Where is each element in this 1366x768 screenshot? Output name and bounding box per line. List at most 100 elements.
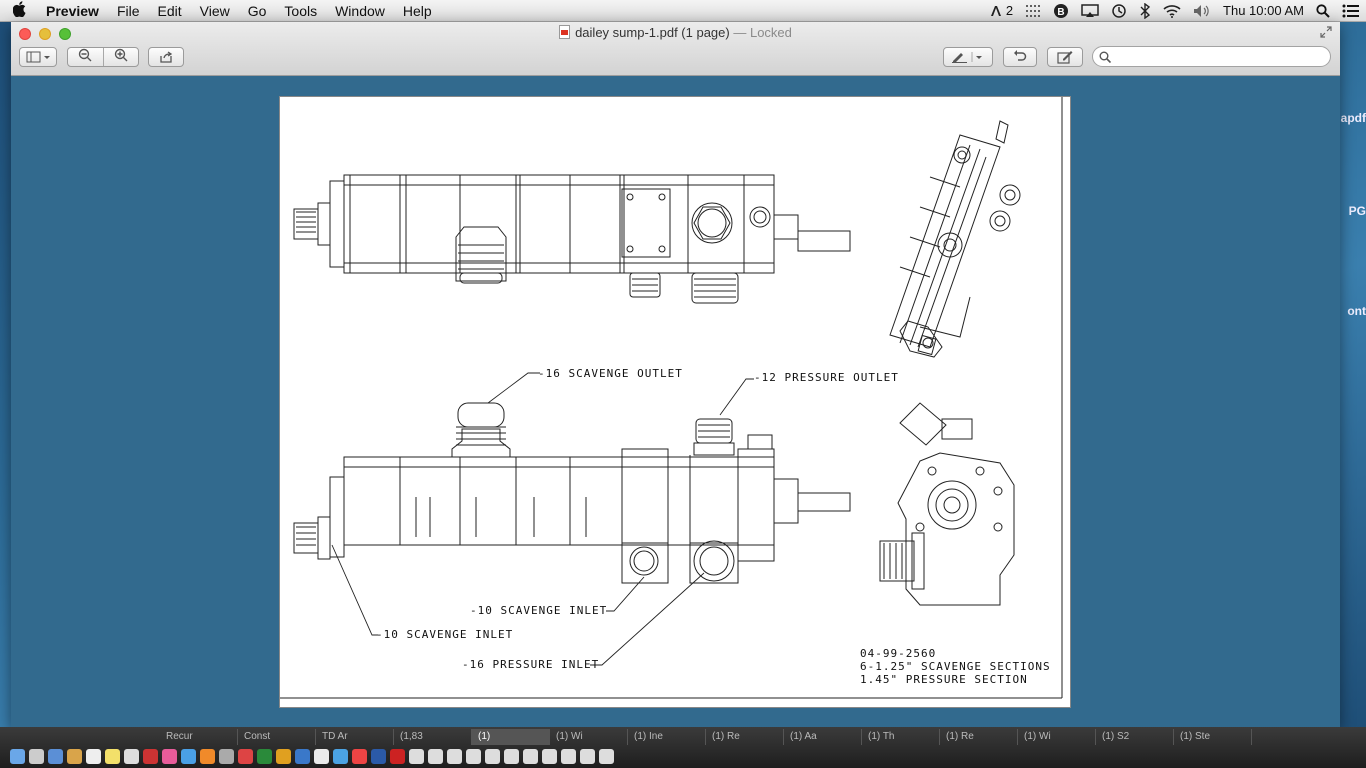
document-icon[interactable] — [580, 748, 595, 764]
powerpoint-icon[interactable] — [238, 748, 253, 764]
browser-tab[interactable]: Const — [238, 729, 316, 745]
browser-tab[interactable]: (1) Wi — [1018, 729, 1096, 745]
grid-dots-icon[interactable] — [1019, 0, 1047, 22]
svg-text:B: B — [1057, 7, 1064, 18]
bluetooth-icon[interactable] — [1133, 0, 1157, 22]
calendar-icon[interactable] — [86, 748, 101, 764]
menu-tools[interactable]: Tools — [275, 0, 326, 22]
leader-lines — [331, 372, 754, 666]
app-store-icon[interactable] — [181, 748, 196, 764]
document-icon[interactable] — [542, 748, 557, 764]
menu-go[interactable]: Go — [239, 0, 276, 22]
browser-tab[interactable]: (1) Ine — [628, 729, 706, 745]
sidebar-view-button[interactable] — [19, 47, 57, 67]
adobe-icon — [991, 6, 1002, 17]
share-icon — [160, 51, 173, 63]
menu-file[interactable]: File — [108, 0, 149, 22]
browser-tab[interactable]: (1) Re — [706, 729, 784, 745]
excel-icon[interactable] — [257, 748, 272, 764]
document-icon[interactable] — [428, 748, 443, 764]
preview-window: dailey sump-1.pdf (1 page) — Locked -16 … — [11, 22, 1340, 727]
notes-icon[interactable] — [105, 748, 120, 764]
browser-tab[interactable]: (1) Aa — [784, 729, 862, 745]
label-scavenge-outlet: -16 SCAVENGE OUTLET — [538, 367, 683, 380]
note-scavenge-sections: 6-1.25" SCAVENGE SECTIONS — [860, 660, 1051, 673]
label-scavenge-inlet: -10 SCAVENGE INLET — [470, 604, 608, 617]
apple-menu-icon[interactable] — [0, 0, 40, 21]
firefox-icon[interactable] — [200, 748, 215, 764]
skype-icon[interactable] — [333, 748, 348, 764]
document-icon[interactable] — [504, 748, 519, 764]
word-icon[interactable] — [371, 748, 386, 764]
document-icon[interactable] — [409, 748, 424, 764]
markup-pen-button[interactable] — [943, 47, 993, 67]
search-field[interactable] — [1092, 46, 1331, 67]
spotlight-icon[interactable] — [1310, 0, 1336, 22]
browser-tab[interactable]: (1) Ste — [1174, 729, 1252, 745]
isometric-pump-view — [889, 120, 1021, 358]
itunes-icon[interactable] — [162, 748, 177, 764]
word-icon[interactable] — [295, 748, 310, 764]
document-icon[interactable] — [485, 748, 500, 764]
document-icon[interactable] — [466, 748, 481, 764]
contacts-icon[interactable] — [67, 748, 82, 764]
browser-tab[interactable]: TD Ar — [316, 729, 394, 745]
browser-tab[interactable]: (1) — [472, 729, 550, 745]
desktop-item-label[interactable]: PG — [1349, 204, 1366, 218]
b-circle-icon[interactable]: B — [1047, 0, 1075, 22]
browser-tab[interactable]: (1) S2 — [1096, 729, 1174, 745]
search-icon — [1099, 51, 1111, 63]
menu-window[interactable]: Window — [326, 0, 394, 22]
search-input[interactable] — [1115, 49, 1315, 64]
mail-icon[interactable] — [48, 748, 63, 764]
acrobat-icon[interactable] — [390, 748, 405, 764]
menu-help[interactable]: Help — [394, 0, 441, 22]
volume-icon[interactable] — [1187, 0, 1217, 22]
browser-tab[interactable]: (1) Th — [862, 729, 940, 745]
airplay-icon[interactable] — [1075, 0, 1105, 22]
preferences-icon[interactable] — [219, 748, 234, 764]
menu-app-preview[interactable]: Preview — [40, 0, 108, 22]
browser-tab[interactable]: Recur — [160, 729, 238, 745]
desktop-item-label[interactable]: apdf — [1341, 111, 1366, 125]
zoom-button-group — [67, 47, 139, 67]
pdf-file-icon — [559, 25, 571, 39]
zoom-in-button[interactable] — [104, 48, 139, 66]
background-browser-tabs: Recur Const TD Ar (1,83 (1) (1) Wi (1) I… — [0, 727, 1366, 747]
pump-technical-drawing — [280, 97, 1063, 699]
adobe-status[interactable]: 2 — [984, 0, 1019, 22]
notification-center-icon[interactable] — [1336, 0, 1366, 22]
desktop-item-label[interactable]: ont — [1347, 304, 1366, 318]
document-icon[interactable] — [447, 748, 462, 764]
window-title: dailey sump-1.pdf (1 page) — Locked — [11, 25, 1340, 40]
zoom-out-icon — [78, 48, 92, 62]
wifi-icon[interactable] — [1157, 0, 1187, 22]
pen-icon — [952, 52, 982, 63]
textedit-icon[interactable] — [314, 748, 329, 764]
menu-bar: Preview File Edit View Go Tools Window H… — [0, 0, 1366, 22]
rotate-button[interactable] — [1003, 47, 1037, 67]
menu-view[interactable]: View — [191, 0, 239, 22]
browser-tab[interactable]: (1) Re — [940, 729, 1018, 745]
outlook-icon[interactable] — [276, 748, 291, 764]
reminders-icon[interactable] — [124, 748, 139, 764]
finder-icon[interactable] — [10, 748, 25, 764]
fullscreen-icon[interactable] — [1320, 26, 1332, 41]
document-icon[interactable] — [599, 748, 614, 764]
chrome-icon[interactable] — [352, 748, 367, 764]
zoom-out-button[interactable] — [68, 48, 103, 66]
launchpad-icon[interactable] — [29, 748, 44, 764]
document-icon[interactable] — [561, 748, 576, 764]
share-button[interactable] — [148, 47, 184, 67]
dock: Recur Const TD Ar (1,83 (1) (1) Wi (1) I… — [0, 727, 1366, 768]
pdf-page: -16 SCAVENGE OUTLET -12 PRESSURE OUTLET … — [279, 96, 1071, 708]
annotate-button[interactable] — [1047, 47, 1083, 67]
clock[interactable]: Thu 10:00 AM — [1217, 0, 1310, 22]
time-machine-icon[interactable] — [1105, 0, 1133, 22]
photo-icon[interactable] — [143, 748, 158, 764]
menu-edit[interactable]: Edit — [149, 0, 191, 22]
sidebar-icon — [26, 51, 50, 63]
browser-tab[interactable]: (1,83 — [394, 729, 472, 745]
browser-tab[interactable]: (1) Wi — [550, 729, 628, 745]
document-icon[interactable] — [523, 748, 538, 764]
